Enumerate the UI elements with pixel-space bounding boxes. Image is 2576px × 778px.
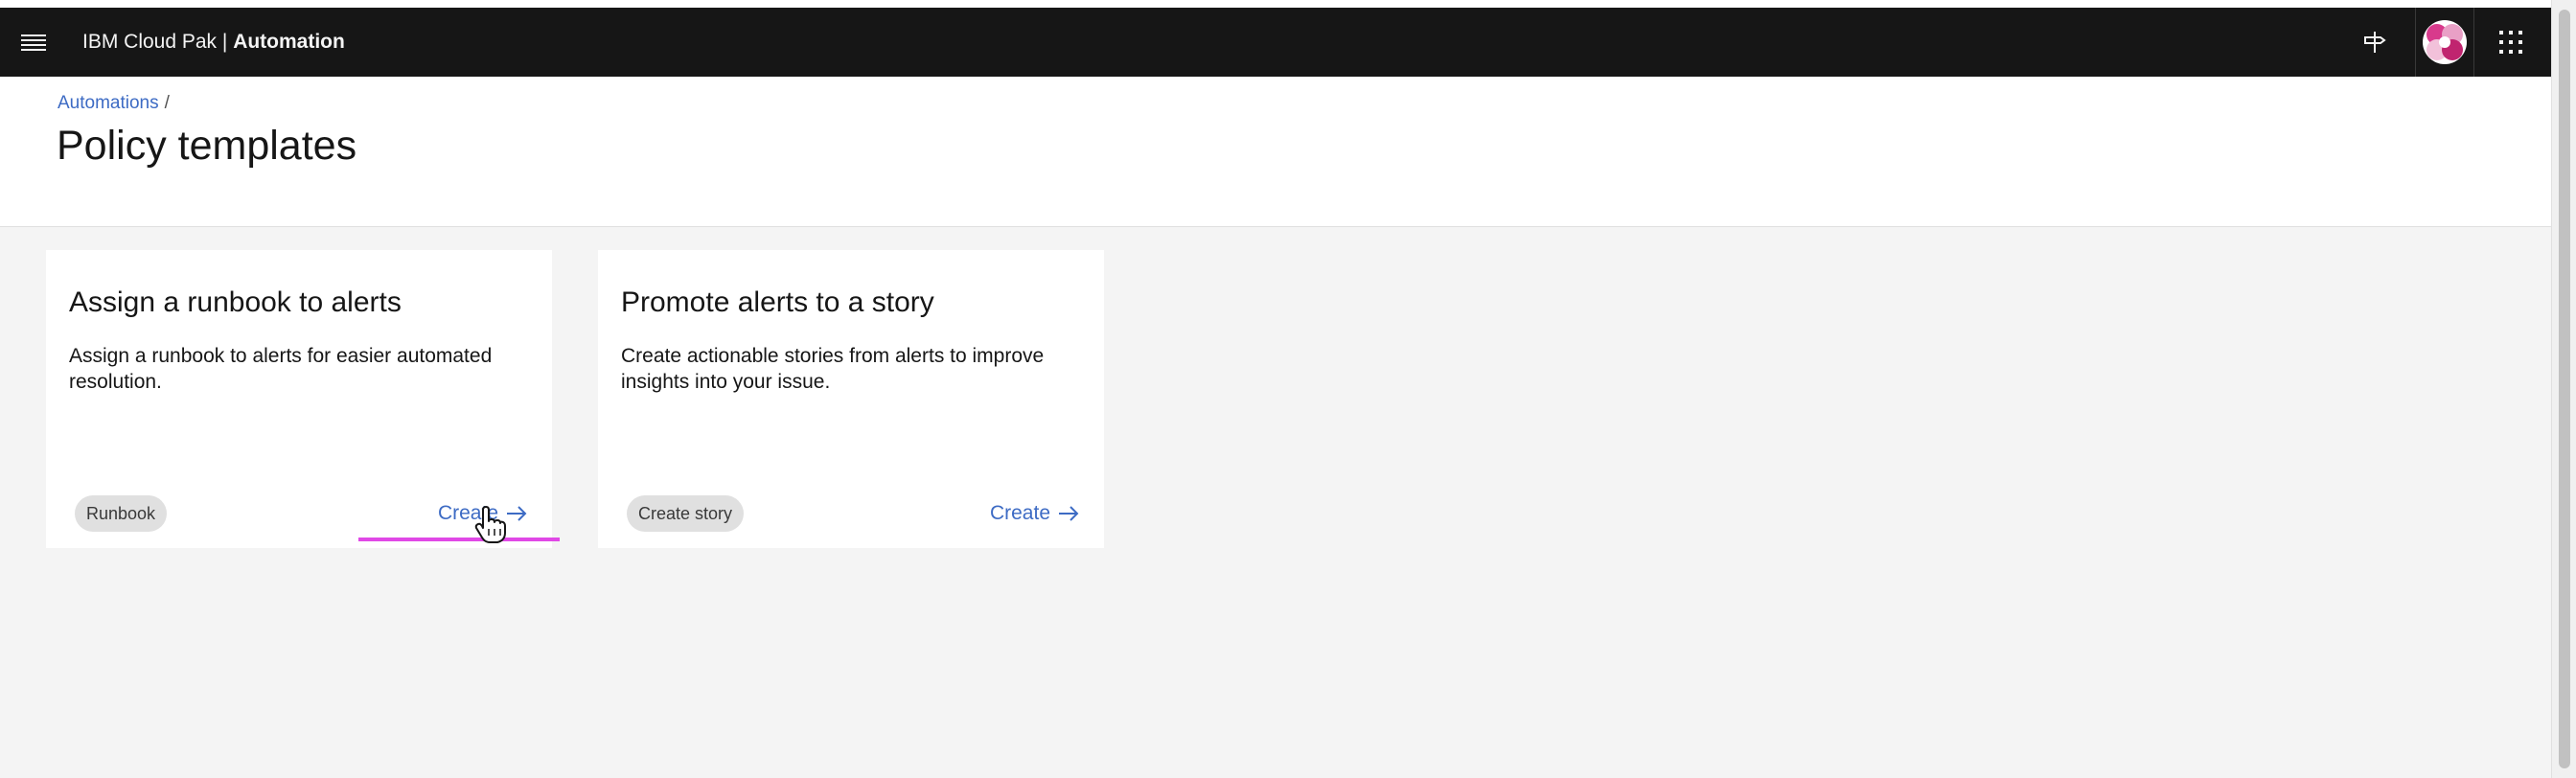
page-header: Automations / Policy templates (0, 77, 2551, 227)
avatar-container[interactable] (2415, 8, 2474, 77)
brand-product: Automation (233, 31, 345, 53)
template-card-story[interactable]: Promote alerts to a story Create actiona… (598, 250, 1104, 548)
avatar[interactable] (2422, 19, 2468, 65)
card-description: Create actionable stories from alerts to… (621, 345, 1045, 393)
breadcrumb-separator: / (164, 93, 170, 113)
scrollbar-thumb[interactable] (2559, 10, 2570, 768)
arrow-right-icon (1059, 506, 1079, 521)
create-label: Create (989, 502, 1050, 524)
highlight-underline (358, 538, 560, 541)
hand-cursor-icon (474, 506, 506, 543)
top-strip (0, 0, 2551, 8)
create-button[interactable]: Create (990, 499, 1079, 528)
brand-prefix: IBM Cloud Pak | (82, 31, 234, 53)
breadcrumb: Automations / (58, 93, 170, 114)
product-name[interactable]: IBM Cloud Pak | Automation (82, 29, 345, 56)
breadcrumb-link-automations[interactable]: Automations (58, 93, 159, 113)
signpost-icon[interactable] (2356, 23, 2394, 61)
card-description: Assign a runbook to alerts for easier au… (69, 345, 493, 393)
card-tag: Create story (627, 495, 745, 532)
card-tag: Runbook (75, 495, 168, 532)
arrow-right-icon (507, 506, 527, 521)
card-title: Promote alerts to a story (621, 286, 934, 318)
menu-icon[interactable] (21, 31, 46, 54)
top-header: IBM Cloud Pak | Automation (0, 8, 2551, 77)
card-title: Assign a runbook to alerts (69, 286, 402, 318)
page-title: Policy templates (57, 123, 357, 169)
app-switcher-icon[interactable] (2492, 23, 2530, 61)
vertical-scrollbar[interactable] (2551, 0, 2576, 778)
template-card-runbook[interactable]: Assign a runbook to alerts Assign a runb… (46, 250, 552, 548)
